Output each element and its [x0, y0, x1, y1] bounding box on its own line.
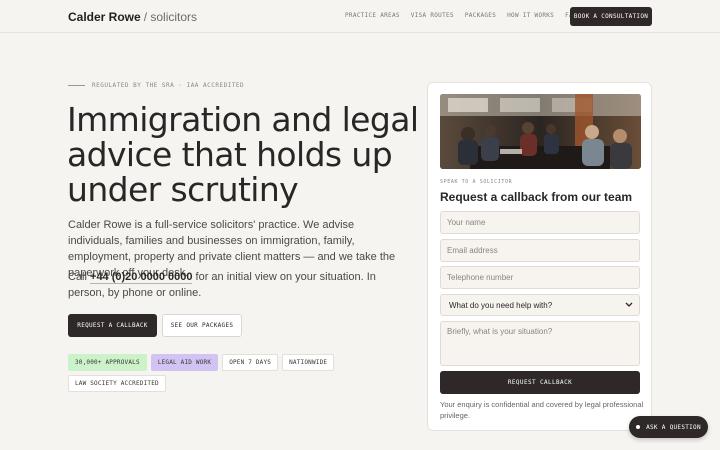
submit-callback-button[interactable]: REQUEST CALLBACK	[440, 371, 640, 394]
chat-dot-icon	[636, 425, 641, 429]
badge-legal-aid: LEGAL AID WORK	[150, 354, 219, 371]
name-field[interactable]	[440, 211, 640, 234]
trust-badges: 30,000+ APPROVALS LEGAL AID WORK OPEN 7 …	[68, 354, 348, 396]
badge-nationwide: NATIONWIDE	[282, 354, 335, 371]
nav-how-it-works[interactable]: HOW IT WORKS	[507, 12, 554, 19]
eyebrow-text: REGULATED BY THE SRA · IAA ACCREDITED	[92, 82, 245, 89]
nav-practice-areas[interactable]: PRACTICE AREAS	[345, 12, 400, 19]
select-value: What do you need help with?	[449, 300, 553, 310]
site-header: Calder Rowe / solicitors PRACTICE AREAS V…	[0, 0, 720, 33]
badge-law-society: LAW SOCIETY ACCREDITED	[68, 375, 166, 392]
book-consultation-button[interactable]: BOOK A CONSULTATION	[570, 7, 652, 26]
brand-logo[interactable]: Calder Rowe / solicitors	[68, 10, 197, 24]
brand-suffix: / solicitors	[143, 10, 198, 24]
privacy-note: Your enquiry is confidential and covered…	[440, 400, 644, 420]
ask-question-button[interactable]: ASK A QUESTION	[629, 416, 708, 438]
nav-visa-routes[interactable]: VISA ROUTES	[411, 12, 454, 19]
hero-cta-row: REQUEST A CALLBACK SEE OUR PACKAGES	[68, 314, 242, 337]
hero-headline: Immigration and legal advice that holds …	[67, 100, 419, 209]
request-callback-button[interactable]: REQUEST A CALLBACK	[68, 314, 157, 337]
brand-name: Calder Rowe	[68, 10, 141, 24]
chevron-down-icon	[625, 301, 633, 310]
hero-eyebrow: REGULATED BY THE SRA · IAA ACCREDITED	[68, 82, 244, 89]
ask-question-label: ASK A QUESTION	[646, 423, 701, 431]
form-eyebrow: SPEAK TO A SOLICITOR	[440, 179, 513, 185]
form-title: Request a callback from our team	[440, 190, 633, 204]
see-packages-button[interactable]: SEE OUR PACKAGES	[162, 314, 242, 337]
badge-open-7-days: OPEN 7 DAYS	[222, 354, 279, 371]
phone-field[interactable]	[440, 266, 640, 289]
badge-approvals: 30,000+ APPROVALS	[68, 354, 147, 371]
team-photo-illustration	[440, 94, 641, 169]
situation-textarea[interactable]	[440, 321, 640, 366]
eyebrow-rule	[68, 85, 85, 86]
help-topic-select[interactable]: What do you need help with?	[440, 294, 640, 316]
team-photo	[440, 94, 641, 169]
hero-call-text: Call +44 (0)20 0000 0000 for an initial …	[68, 269, 408, 301]
phone-link[interactable]: +44 (0)20 0000 0000	[90, 271, 193, 284]
email-field[interactable]	[440, 239, 640, 262]
nav-packages[interactable]: PACKAGES	[465, 12, 496, 19]
callback-form-card: SPEAK TO A SOLICITOR Request a callback …	[427, 82, 652, 431]
main-nav: PRACTICE AREAS VISA ROUTES PACKAGES HOW …	[345, 12, 588, 19]
call-prefix: Call	[68, 271, 91, 283]
